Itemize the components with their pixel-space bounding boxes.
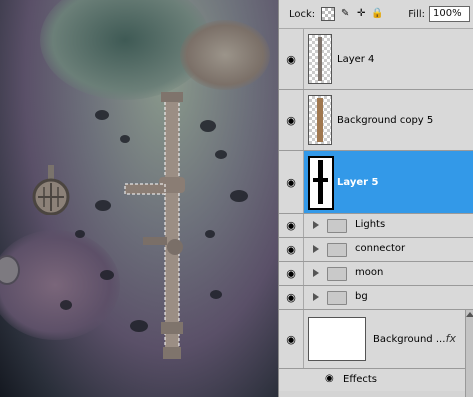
folder-icon [327,267,347,281]
document-canvas[interactable] [0,0,278,397]
layer-group-connector[interactable]: ◉ connector [279,238,473,262]
layer-name: Background copy 5 [337,115,434,126]
scroll-up-icon[interactable] [466,312,473,317]
lock-image-pixels-icon[interactable]: ✎ [339,8,351,20]
layer-group-lights[interactable]: ◉ Lights [279,214,473,238]
layer-name: Layer 4 [337,54,375,65]
moon-crater [0,230,120,340]
eye-icon[interactable]: ◉ [279,214,304,237]
layer-thumbnail [308,317,366,361]
group-name: connector [355,243,406,254]
layer-name: Layer 5 [337,177,379,188]
lock-position-icon[interactable]: ✛ [355,8,367,20]
expand-triangle-icon[interactable] [313,221,319,229]
lock-bar: Lock: ✎ ✛ 🔒 Fill: 100% [279,0,473,29]
eye-icon[interactable]: ◉ [279,262,304,285]
pipe-selection[interactable] [115,92,205,367]
eye-icon[interactable]: ◉ [279,29,304,89]
layer-thumbnail [308,34,332,84]
fill-input[interactable]: 100% [429,6,470,22]
crater-hole [95,110,109,120]
porthole-image [32,165,70,215]
layer-row-background-copy-5[interactable]: ◉ Background copy 5 [279,90,473,151]
crater-hole [60,300,72,310]
layer-group-moon[interactable]: ◉ moon [279,262,473,286]
lock-transparent-pixels-icon[interactable] [321,7,336,21]
effects-label: Effects [343,374,377,385]
crater-hole [95,200,111,211]
group-name: Lights [355,219,386,230]
layer-row-layer-4[interactable]: ◉ Layer 4 [279,29,473,90]
eye-icon[interactable]: ◉ [279,238,304,261]
moon-crater [180,20,270,90]
crater-hole [100,270,114,280]
effects-row[interactable]: ◉ Effects [279,369,473,391]
folder-icon [327,291,347,305]
layer-row-background[interactable]: ◉ Background ... fx [279,310,473,369]
layers-panel: Lock: ✎ ✛ 🔒 Fill: 100% ◉ Layer 4 ◉ Backg… [278,0,473,397]
effects-eye-icon[interactable]: ◉ [325,373,334,384]
crater-hole [230,190,248,202]
crater-hole [215,150,227,159]
layer-effects-icon[interactable]: fx [446,332,456,345]
layer-name: Background ... [373,334,446,345]
layer-row-layer-5[interactable]: ◉ Layer 5 [279,151,473,214]
group-name: bg [355,291,368,302]
fill-label: Fill: [408,8,425,20]
layer-group-bg[interactable]: ◉ bg [279,286,473,310]
group-name: moon [355,267,384,278]
lock-all-icon[interactable]: 🔒 [371,8,383,20]
expand-triangle-icon[interactable] [313,293,319,301]
folder-icon [327,219,347,233]
eye-icon[interactable]: ◉ [279,310,304,368]
expand-triangle-icon[interactable] [313,245,319,253]
eye-icon[interactable]: ◉ [279,286,304,309]
crater-hole [75,230,85,238]
crater-hole [210,290,222,299]
crater-hole [205,230,215,238]
layer-mask-thumbnail [308,156,334,210]
eye-icon[interactable]: ◉ [279,90,304,150]
layer-thumbnail [308,95,332,145]
eye-icon[interactable]: ◉ [279,151,304,213]
eye-icon[interactable] [279,369,303,391]
expand-triangle-icon[interactable] [313,269,319,277]
layers-scrollbar[interactable] [465,310,473,397]
lock-label: Lock: [289,8,316,20]
folder-icon [327,243,347,257]
